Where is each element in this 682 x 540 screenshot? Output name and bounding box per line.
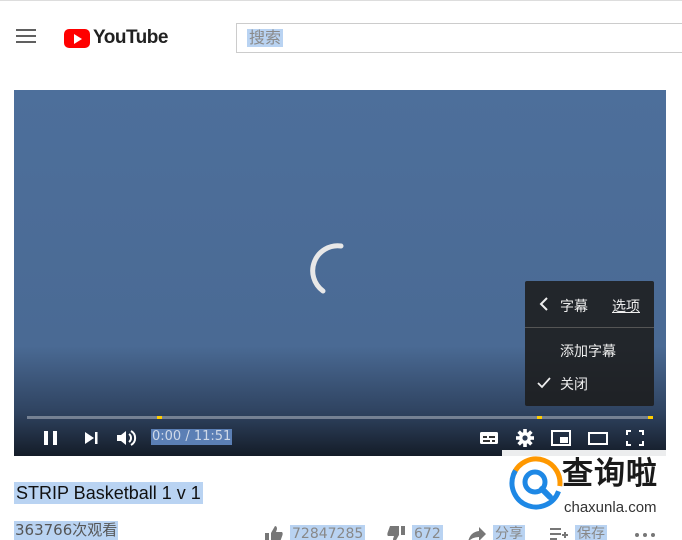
time-display: 0:00 / 11:51 <box>151 429 233 445</box>
like-button[interactable]: 72847285 <box>264 524 366 540</box>
youtube-logo[interactable]: YouTube <box>64 27 168 49</box>
subtitles-options-link[interactable]: 选项 <box>612 296 640 316</box>
save-button[interactable]: 保存 <box>549 524 607 540</box>
more-actions-icon[interactable] <box>634 532 656 538</box>
watermark-brand: 查询啦 <box>562 456 658 492</box>
search-input[interactable]: 搜索 <box>236 23 682 53</box>
thumbs-down-icon <box>387 526 405 540</box>
fullscreen-icon[interactable] <box>624 428 646 448</box>
watermark-url: chaxunla.com <box>564 499 657 516</box>
chapter-marker <box>648 416 653 419</box>
site-watermark: 查询啦 chaxunla.com <box>502 450 682 522</box>
view-count: 363766次观看 <box>14 521 119 540</box>
pause-icon[interactable] <box>40 428 62 448</box>
like-count: 72847285 <box>290 525 366 540</box>
top-bar: YouTube 搜索 <box>0 0 682 72</box>
progress-bar[interactable] <box>27 416 653 419</box>
share-label: 分享 <box>493 525 525 540</box>
back-chevron-icon[interactable] <box>539 297 549 311</box>
dislike-button[interactable]: 672 <box>386 524 443 540</box>
hamburger-menu-icon[interactable] <box>16 29 36 45</box>
next-video-icon[interactable] <box>80 428 102 448</box>
subtitles-off-item[interactable]: 关闭 <box>560 374 588 394</box>
add-subtitles-item[interactable]: 添加字幕 <box>560 341 616 361</box>
loading-spinner-icon <box>310 243 344 294</box>
add-to-playlist-icon <box>550 528 568 540</box>
miniplayer-icon[interactable] <box>550 428 572 448</box>
subtitles-icon[interactable] <box>478 428 500 448</box>
youtube-play-logo-icon <box>64 28 90 48</box>
checkmark-icon <box>537 377 551 389</box>
video-player[interactable]: 字幕 选项 添加字幕 关闭 0:00 / 11:51 <box>14 90 666 456</box>
settings-gear-icon[interactable] <box>514 428 536 448</box>
share-button[interactable]: 分享 <box>467 524 525 540</box>
chapter-marker <box>157 416 162 419</box>
share-arrow-icon <box>468 527 486 540</box>
thumbs-up-icon <box>265 526 283 540</box>
volume-icon[interactable] <box>115 428 137 448</box>
subtitles-menu-title: 字幕 <box>560 299 588 315</box>
save-label: 保存 <box>575 525 607 540</box>
logo-text: YouTube <box>93 27 168 48</box>
subtitles-menu: 字幕 选项 添加字幕 关闭 <box>525 281 654 406</box>
theater-mode-icon[interactable] <box>587 428 609 448</box>
search-placeholder: 搜索 <box>247 28 284 47</box>
dislike-count: 672 <box>412 525 443 540</box>
subtitles-menu-header: 字幕 选项 <box>525 281 654 328</box>
chapter-marker <box>537 416 542 419</box>
magnifier-logo-icon <box>509 456 563 510</box>
video-title: STRIP Basketball 1 v 1 <box>14 482 203 504</box>
